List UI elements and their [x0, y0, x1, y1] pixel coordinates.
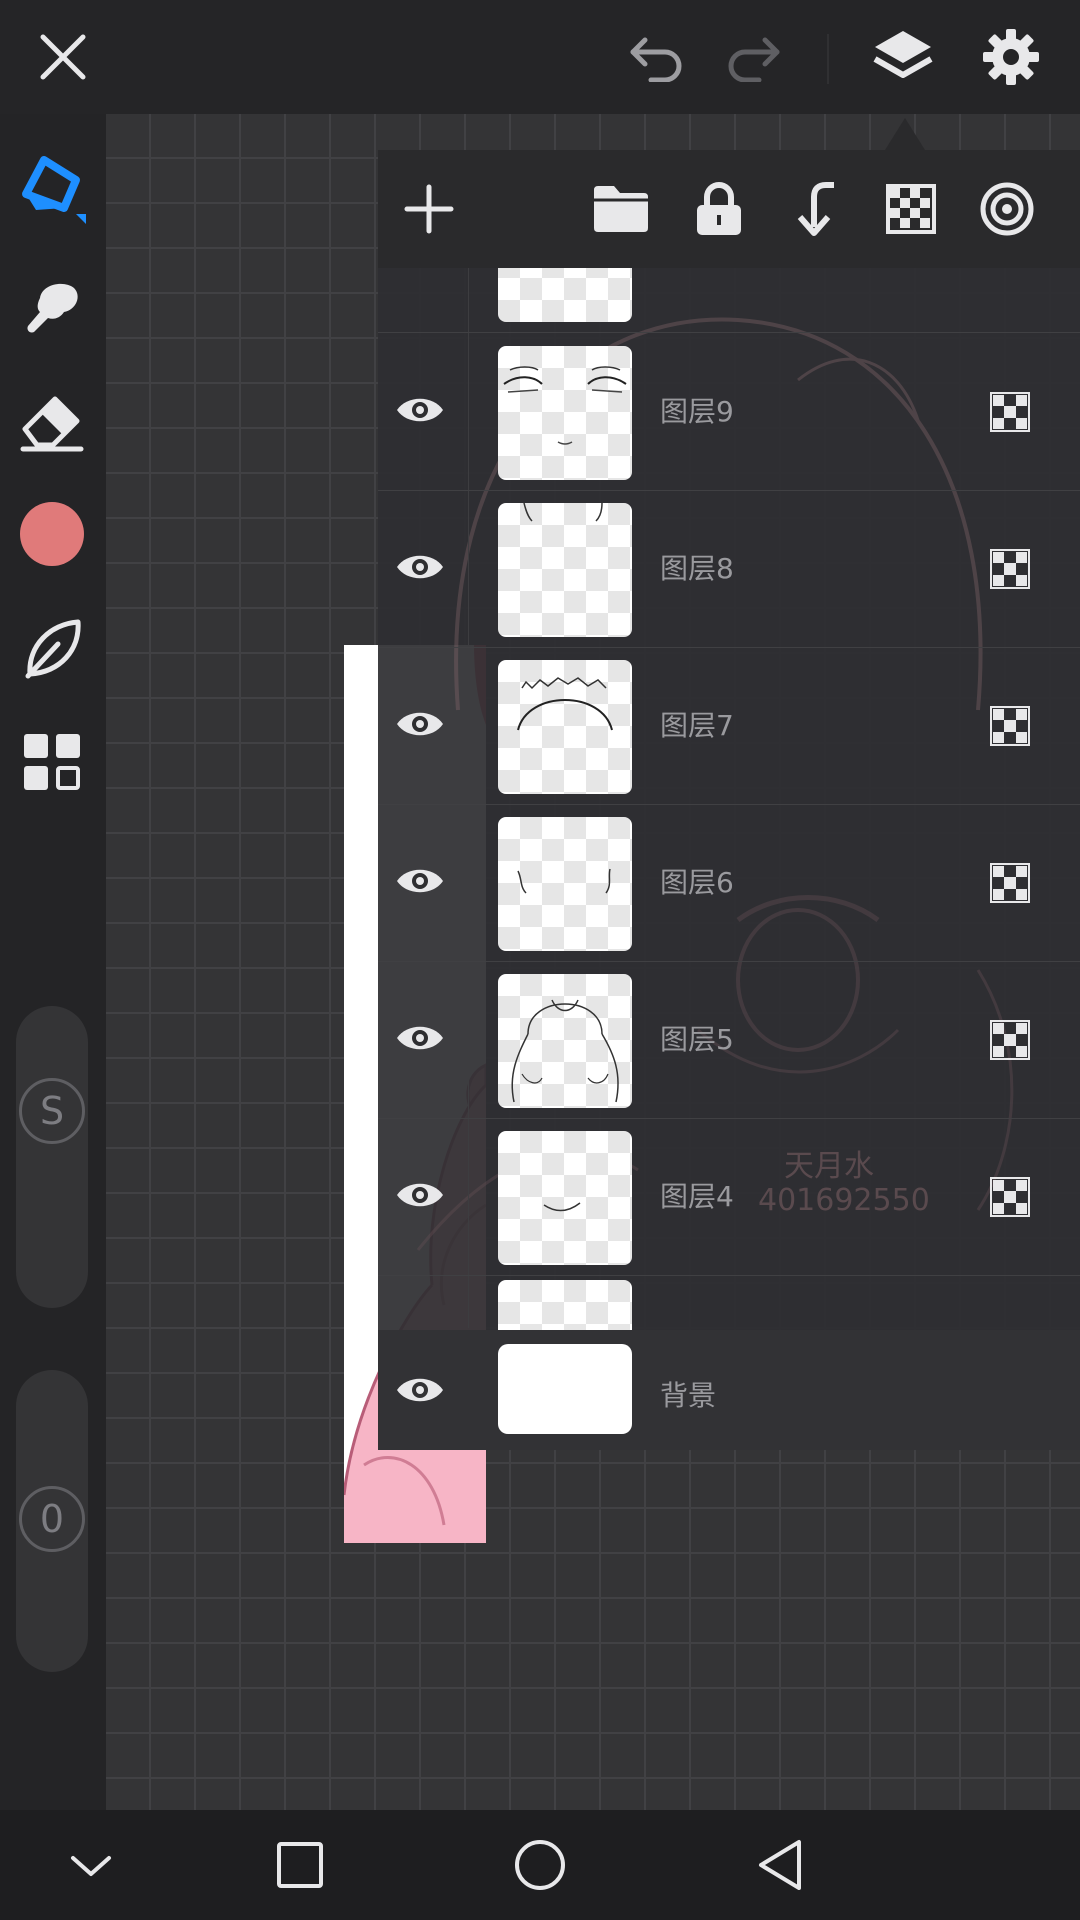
- folder-icon: [594, 186, 648, 232]
- lock-button[interactable]: [684, 174, 754, 244]
- settings-icon: [983, 29, 1039, 85]
- blend-mode-icon[interactable]: [990, 549, 1030, 589]
- background-layer-row[interactable]: 背景: [378, 1330, 1080, 1450]
- eye-icon: [397, 1183, 443, 1207]
- transparency-icon: [886, 184, 936, 234]
- recents-icon: [277, 1842, 323, 1888]
- layer-name: 图层7: [660, 709, 734, 742]
- leaf-brush-button[interactable]: [16, 612, 88, 684]
- close-icon: [40, 34, 86, 80]
- hide-nav-button[interactable]: [56, 1830, 126, 1900]
- color-swatch[interactable]: [16, 498, 88, 570]
- layer-thumbnail: [498, 503, 632, 637]
- layer-row[interactable]: 图层9: [378, 334, 1080, 491]
- opacity-slider-label: 0: [19, 1486, 85, 1552]
- back-button[interactable]: [745, 1830, 815, 1900]
- eye-icon: [397, 1026, 443, 1050]
- target-button[interactable]: [972, 174, 1042, 244]
- layer-name: 背景: [660, 1379, 717, 1412]
- layer-thumbnail: [498, 1131, 632, 1265]
- eye-icon: [397, 712, 443, 736]
- layer-name: 图层9: [660, 395, 734, 428]
- redo-icon: [728, 37, 780, 82]
- transparency-button[interactable]: [876, 174, 946, 244]
- leaf-brush-icon: [25, 619, 81, 679]
- top-toolbar: [0, 0, 1080, 114]
- target-icon: [980, 182, 1034, 236]
- layer-row[interactable]: 图层6: [378, 805, 1080, 962]
- settings-button[interactable]: [976, 22, 1046, 92]
- pen-tool-icon: [22, 156, 86, 224]
- layer-thumbnail: [498, 660, 632, 794]
- layer-visibility-toggle[interactable]: [392, 1010, 448, 1066]
- eye-icon: [397, 398, 443, 422]
- current-color-dot: [20, 502, 84, 566]
- back-icon: [759, 1840, 801, 1890]
- layer-thumbnail: [498, 974, 632, 1108]
- layers-icon: [873, 31, 933, 78]
- brush-size-slider[interactable]: S: [16, 1006, 88, 1308]
- blend-mode-icon[interactable]: [990, 1020, 1030, 1060]
- pen-tool-button[interactable]: [16, 154, 88, 226]
- blend-mode-icon[interactable]: [990, 863, 1030, 903]
- lock-icon: [697, 182, 741, 235]
- system-navigation-bar: [0, 1810, 1080, 1920]
- toolbar-divider: [827, 34, 829, 84]
- layer-row[interactable]: 图层7: [378, 648, 1080, 805]
- layer-row-divider: [378, 332, 1080, 333]
- layer-name: 图层6: [660, 866, 734, 899]
- layer-row[interactable]: 图层4: [378, 1119, 1080, 1276]
- layer-visibility-toggle[interactable]: [392, 539, 448, 595]
- redo-button[interactable]: [718, 22, 788, 92]
- layer-thumbnail: [498, 346, 632, 480]
- blend-mode-icon[interactable]: [990, 392, 1030, 432]
- layers-panel: 天月水 401692550 图层9 图层8 图层7 图层6 图层5 图层4 背景: [378, 150, 1080, 1450]
- layer-row[interactable]: 图层5: [378, 962, 1080, 1119]
- layer-row-partial-bottom: [498, 1280, 632, 1330]
- eye-icon: [397, 555, 443, 579]
- folder-button[interactable]: [586, 174, 656, 244]
- chevron-down-icon: [71, 1856, 111, 1876]
- home-button[interactable]: [505, 1830, 575, 1900]
- layers-toolbar: [378, 150, 1080, 268]
- grid-panel-button[interactable]: [16, 726, 88, 798]
- layer-thumbnail: [498, 817, 632, 951]
- tool-sidebar: S 0: [0, 114, 106, 1810]
- eye-icon: [397, 1378, 443, 1402]
- grid-panel-icon: [24, 734, 80, 790]
- eye-icon: [397, 869, 443, 893]
- layer-visibility-toggle[interactable]: [392, 382, 448, 438]
- eraser-tool-icon: [20, 396, 84, 452]
- layer-visibility-toggle[interactable]: [392, 1362, 448, 1418]
- opacity-slider[interactable]: 0: [16, 1370, 88, 1672]
- layer-visibility-toggle[interactable]: [392, 853, 448, 909]
- layer-visibility-toggle[interactable]: [392, 696, 448, 752]
- layer-visibility-toggle[interactable]: [392, 1167, 448, 1223]
- size-slider-label: S: [19, 1078, 85, 1144]
- eraser-tool-button[interactable]: [16, 386, 88, 458]
- merge-down-button[interactable]: [780, 174, 850, 244]
- layer-row[interactable]: 图层8: [378, 491, 1080, 648]
- layer-name: 图层5: [660, 1023, 734, 1056]
- undo-icon: [630, 37, 682, 82]
- layers-panel-pointer: [885, 118, 925, 150]
- home-icon: [515, 1840, 565, 1890]
- merge-down-icon: [797, 182, 834, 236]
- layer-name: 图层4: [660, 1180, 734, 1213]
- layers-button[interactable]: [868, 22, 938, 92]
- layer-name: 图层8: [660, 552, 734, 585]
- blend-mode-icon[interactable]: [990, 1177, 1030, 1217]
- blend-mode-icon[interactable]: [990, 706, 1030, 746]
- smudge-tool-button[interactable]: [16, 270, 88, 342]
- close-button[interactable]: [28, 22, 98, 92]
- smudge-tool-icon: [27, 283, 78, 333]
- recents-button[interactable]: [265, 1830, 335, 1900]
- layer-row-partial-top: [498, 268, 632, 322]
- add-layer-icon: [404, 184, 454, 234]
- add-layer-button[interactable]: [394, 174, 464, 244]
- background-thumbnail: [498, 1344, 632, 1434]
- undo-button[interactable]: [622, 22, 692, 92]
